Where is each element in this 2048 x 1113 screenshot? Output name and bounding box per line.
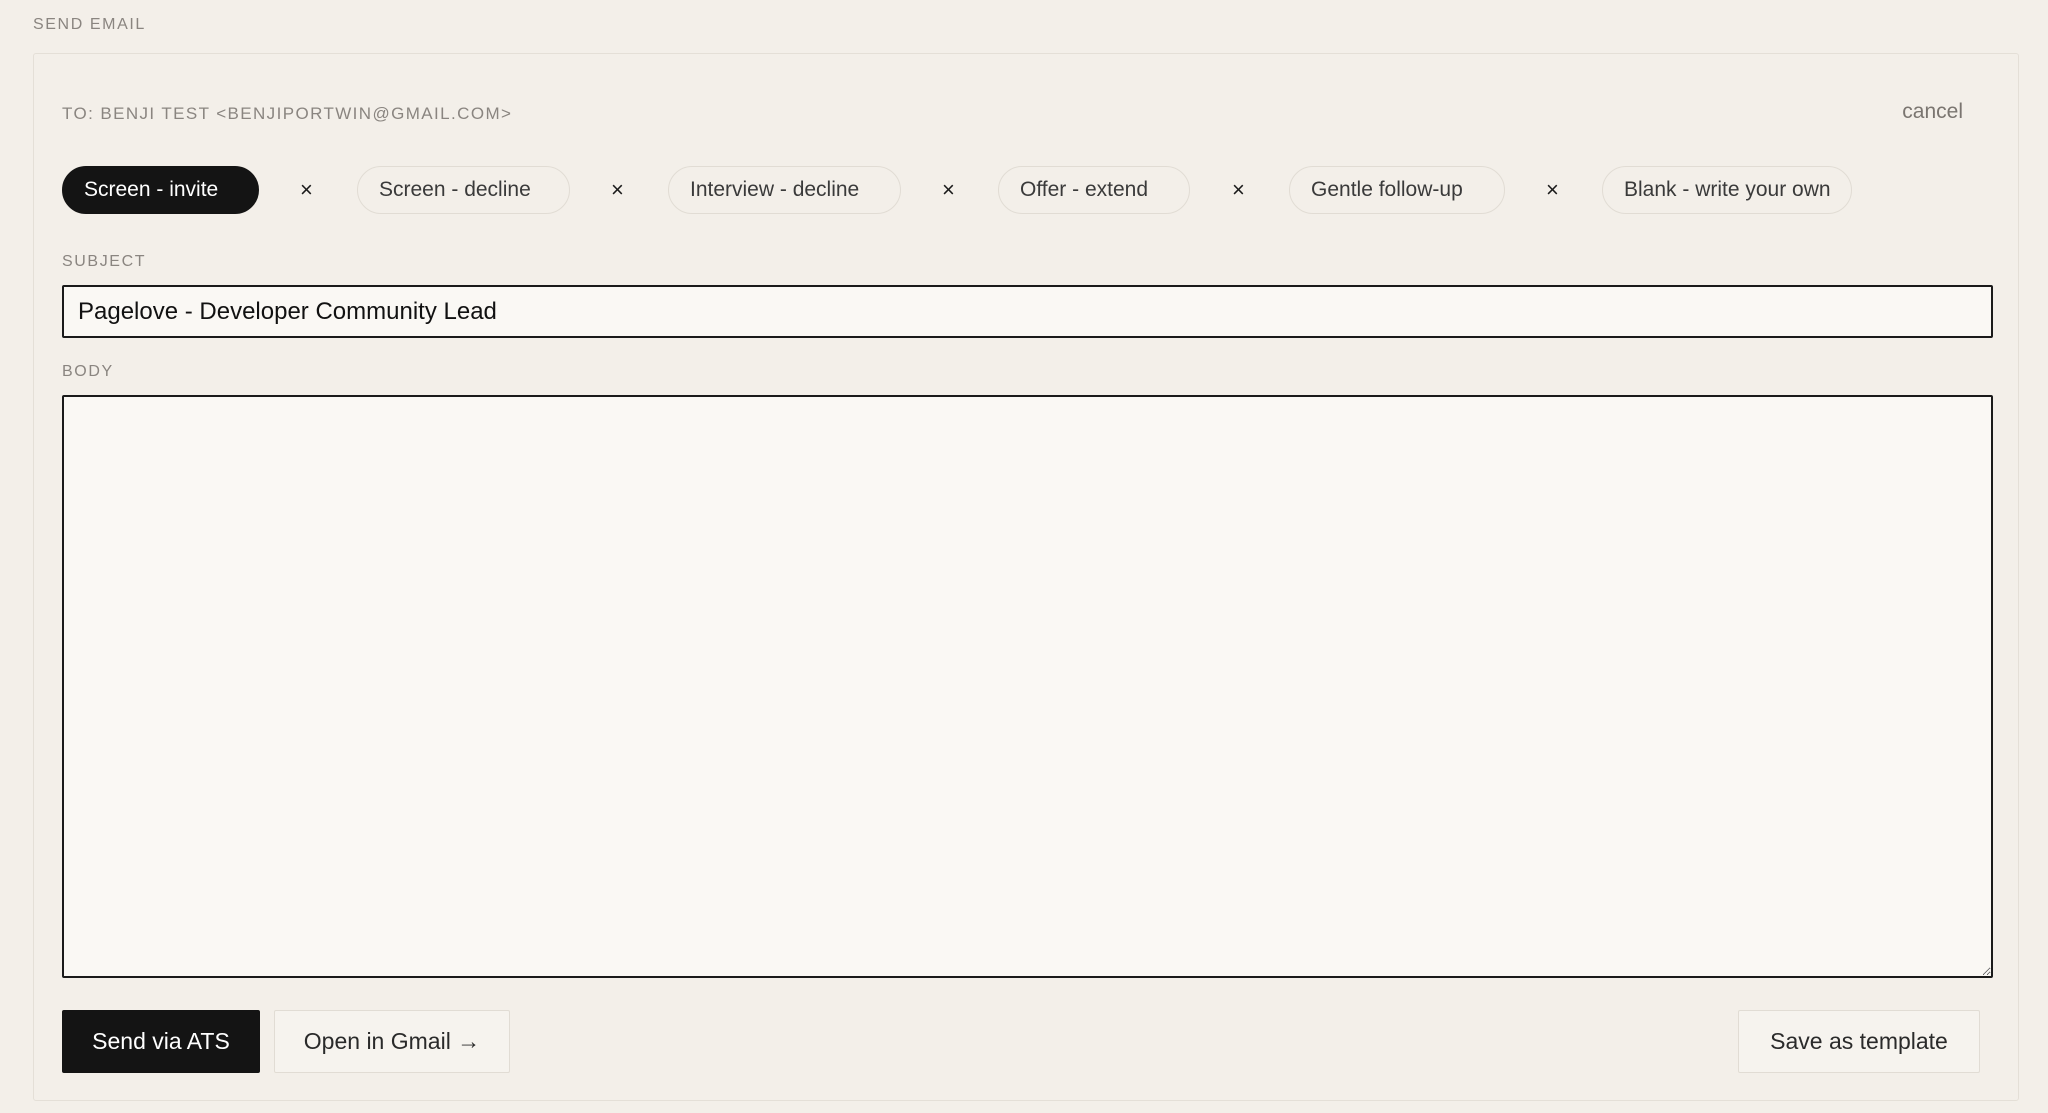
section-title: SEND EMAIL	[33, 16, 146, 33]
subject-label: SUBJECT	[62, 253, 147, 270]
template-chip-offer-extend[interactable]: Offer - extend	[998, 166, 1190, 214]
send-via-ats-button[interactable]: Send via ATS	[62, 1010, 260, 1073]
save-as-template-button[interactable]: Save as template	[1738, 1010, 1980, 1073]
body-textarea[interactable]	[62, 395, 1993, 978]
template-chip-screen-decline[interactable]: Screen - decline	[357, 166, 570, 214]
remove-template-gentle-follow-up-icon[interactable]: ×	[1546, 176, 1559, 204]
cancel-link[interactable]: cancel	[1902, 100, 1963, 124]
subject-input[interactable]	[62, 285, 1993, 338]
remove-template-screen-invite-icon[interactable]: ×	[300, 176, 313, 204]
template-chip-interview-decline[interactable]: Interview - decline	[668, 166, 901, 214]
recipient-line: TO: BENJI TEST <BENJIPORTWIN@GMAIL.COM>	[62, 104, 513, 123]
remove-template-interview-decline-icon[interactable]: ×	[942, 176, 955, 204]
body-label: BODY	[62, 363, 114, 380]
template-chip-screen-invite[interactable]: Screen - invite	[62, 166, 259, 214]
template-chip-gentle-follow-up[interactable]: Gentle follow-up	[1289, 166, 1505, 214]
remove-template-screen-decline-icon[interactable]: ×	[611, 176, 624, 204]
remove-template-offer-extend-icon[interactable]: ×	[1232, 176, 1245, 204]
template-chip-blank[interactable]: Blank - write your own	[1602, 166, 1852, 214]
open-in-gmail-button[interactable]: Open in Gmail →	[274, 1010, 510, 1073]
